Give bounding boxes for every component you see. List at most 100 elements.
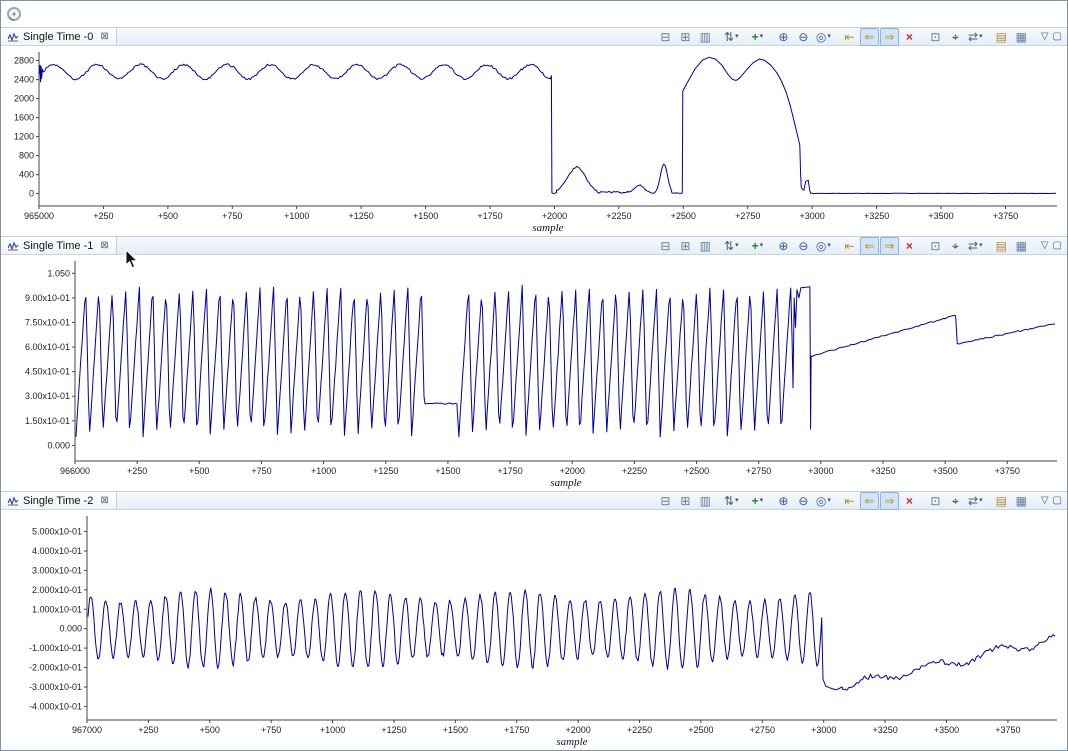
report-icon[interactable]: ▤: [992, 28, 1011, 46]
pan-left-icon[interactable]: ⇐: [859, 491, 879, 510]
add-signal-icon[interactable]: + ▾: [748, 492, 767, 510]
search-icon[interactable]: ⌖: [946, 237, 965, 255]
dropdown-caret-icon[interactable]: ▾: [735, 497, 739, 504]
row-height-icon[interactable]: ⊟: [656, 28, 675, 46]
x-tick-label: 966000: [60, 466, 90, 476]
zoom-out-icon[interactable]: ⊖: [794, 28, 813, 46]
sort-icon[interactable]: ⇅ ▾: [722, 492, 741, 510]
jump-start-icon[interactable]: ⇤: [840, 28, 859, 46]
zoom-out-icon[interactable]: ⊖: [794, 492, 813, 510]
pan-right-icon[interactable]: ⇒: [879, 236, 899, 255]
fit-columns-icon[interactable]: ⊞: [676, 237, 695, 255]
sort-icon[interactable]: ⇅ ▾: [722, 237, 741, 255]
signal-trace: [87, 587, 1056, 691]
dropdown-caret-icon[interactable]: ▾: [979, 242, 983, 249]
sync-time-icon[interactable]: ⇄ ▾: [966, 492, 985, 510]
dropdown-caret-icon[interactable]: ▾: [760, 497, 764, 504]
dropdown-caret-icon[interactable]: ▾: [979, 33, 983, 40]
waveform-chart[interactable]: 967000 +250 +500 +750 +1000 +1250 +1500 +1750 +2…: [1, 510, 1067, 750]
tab-single-time-0[interactable]: Single Time -0 ⊠: [1, 28, 117, 45]
waveform-chart[interactable]: 966000 +250 +500 +750 +1000 +1250 +1500 +1750 +2…: [1, 255, 1067, 491]
jump-start-icon[interactable]: ⇤: [840, 237, 859, 255]
x-tick-label: +1500: [435, 466, 460, 476]
close-tab-icon[interactable]: ⊠: [100, 495, 108, 506]
value-column-icon[interactable]: ▥: [696, 28, 715, 46]
view-menu-icon[interactable]: ▽: [1041, 495, 1049, 506]
dropdown-caret-icon[interactable]: ▾: [827, 33, 831, 40]
zoom-in-icon: ⊕: [778, 238, 789, 253]
view-menu-icon[interactable]: ▽: [1041, 240, 1049, 251]
grid-layout-icon[interactable]: ▦: [1012, 237, 1031, 255]
row-height-icon[interactable]: ⊟: [656, 237, 675, 255]
y-tick-label: -4.000x10-01: [29, 701, 82, 711]
zoom-in-icon[interactable]: ⊕: [774, 237, 793, 255]
maximize-view-icon[interactable]: ▢: [1053, 31, 1062, 42]
value-column-icon[interactable]: ▥: [696, 237, 715, 255]
dropdown-caret-icon[interactable]: ▾: [760, 242, 764, 249]
zoom-in-icon[interactable]: ⊕: [774, 492, 793, 510]
view-menu-icon[interactable]: ▽: [1041, 31, 1049, 42]
value-column-icon[interactable]: ▥: [696, 492, 715, 510]
sync-time-icon[interactable]: ⇄ ▾: [966, 237, 985, 255]
grid-layout-icon[interactable]: ▦: [1012, 28, 1031, 46]
grid-layout-icon[interactable]: ▦: [1012, 492, 1031, 510]
x-tick-label: +3500: [934, 725, 959, 735]
y-tick-label: 1200: [14, 132, 34, 142]
sync-time-icon[interactable]: ⇄ ▾: [966, 28, 985, 46]
export-table-icon[interactable]: ⊡: [926, 492, 945, 510]
maximize-view-icon[interactable]: ▢: [1053, 240, 1062, 251]
report-icon[interactable]: ▤: [992, 492, 1011, 510]
dropdown-caret-icon[interactable]: ▾: [979, 497, 983, 504]
zoom-out-icon: ⊖: [798, 493, 809, 508]
jump-start-icon[interactable]: ⇤: [840, 492, 859, 510]
close-tab-icon[interactable]: ⊠: [100, 240, 108, 251]
dropdown-caret-icon[interactable]: ▾: [827, 242, 831, 249]
dropdown-caret-icon[interactable]: ▾: [827, 497, 831, 504]
search-icon[interactable]: ⌖: [946, 28, 965, 46]
close-tab-icon[interactable]: ⊠: [100, 31, 108, 42]
maximize-view-icon[interactable]: ▢: [1053, 495, 1062, 506]
waveform-chart[interactable]: 965000 +250 +500 +750 +1000 +1250 +1500 +1750 +2…: [1, 46, 1067, 236]
export-table-icon[interactable]: ⊡: [926, 28, 945, 46]
pan-left-icon[interactable]: ⇐: [859, 236, 879, 255]
search-icon[interactable]: ⌖: [946, 492, 965, 510]
delete-signal-icon[interactable]: ×: [900, 28, 919, 46]
panel-header: Single Time -2 ⊠ ⊟ ⊞ ▥ ⇅ ▾ + ▾ ⊕ ⊖ ◎ ▾ ⇤ ⇐ ⇒ × ⊡ ⌖ ⇄ ▾ ▤ ▦ ▽ ▢: [1, 491, 1067, 510]
report-icon: ▤: [995, 493, 1008, 508]
dropdown-caret-icon[interactable]: ▾: [735, 242, 739, 249]
chart-single-time-0[interactable]: 965000 +250 +500 +750 +1000 +1250 +1500 +1750 +2…: [1, 46, 1067, 236]
tab-single-time-2[interactable]: Single Time -2 ⊠: [1, 492, 117, 509]
chart-single-time-1[interactable]: 966000 +250 +500 +750 +1000 +1250 +1500 +1750 +2…: [1, 255, 1067, 491]
y-tick-label: 7.50x10-01: [25, 317, 70, 327]
delete-signal-icon[interactable]: ×: [900, 237, 919, 255]
x-tick-label: +2250: [627, 725, 652, 735]
zoom-in-icon[interactable]: ⊕: [774, 28, 793, 46]
zoom-selection-icon[interactable]: ◎ ▾: [814, 237, 833, 255]
pan-right-icon: ⇒: [884, 238, 895, 253]
delete-signal-icon[interactable]: ×: [900, 492, 919, 510]
dropdown-caret-icon[interactable]: ▾: [760, 33, 764, 40]
zoom-selection-icon[interactable]: ◎ ▾: [814, 492, 833, 510]
pan-left-icon[interactable]: ⇐: [859, 27, 879, 46]
zoom-out-icon[interactable]: ⊖: [794, 237, 813, 255]
y-tick-label: 6.00x10-01: [25, 342, 70, 352]
x-tick-label: +750: [222, 211, 242, 221]
pan-right-icon[interactable]: ⇒: [879, 27, 899, 46]
zoom-selection-icon[interactable]: ◎ ▾: [814, 28, 833, 46]
chart-single-time-2[interactable]: 967000 +250 +500 +750 +1000 +1250 +1500 +1750 +2…: [1, 510, 1067, 750]
panel-single-time-1: Single Time -1 ⊠ ⊟ ⊞ ▥ ⇅ ▾ + ▾ ⊕ ⊖ ◎ ▾ ⇤ ⇐ ⇒ × ⊡ ⌖ ⇄ ▾ ▤ ▦ ▽ ▢…: [1, 236, 1067, 491]
y-tick-label: 400: [19, 170, 34, 180]
add-signal-icon[interactable]: + ▾: [748, 28, 767, 46]
dropdown-caret-icon[interactable]: ▾: [735, 33, 739, 40]
sort-icon[interactable]: ⇅ ▾: [722, 28, 741, 46]
report-icon[interactable]: ▤: [992, 237, 1011, 255]
pan-right-icon[interactable]: ⇒: [879, 491, 899, 510]
fit-columns-icon[interactable]: ⊞: [676, 28, 695, 46]
export-table-icon[interactable]: ⊡: [926, 237, 945, 255]
row-height-icon[interactable]: ⊟: [656, 492, 675, 510]
tab-single-time-1[interactable]: Single Time -1 ⊠: [1, 237, 117, 254]
x-tick-label: +250: [127, 466, 147, 476]
fit-columns-icon[interactable]: ⊞: [676, 492, 695, 510]
add-signal-icon[interactable]: + ▾: [748, 237, 767, 255]
jump-start-icon: ⇤: [844, 493, 855, 508]
